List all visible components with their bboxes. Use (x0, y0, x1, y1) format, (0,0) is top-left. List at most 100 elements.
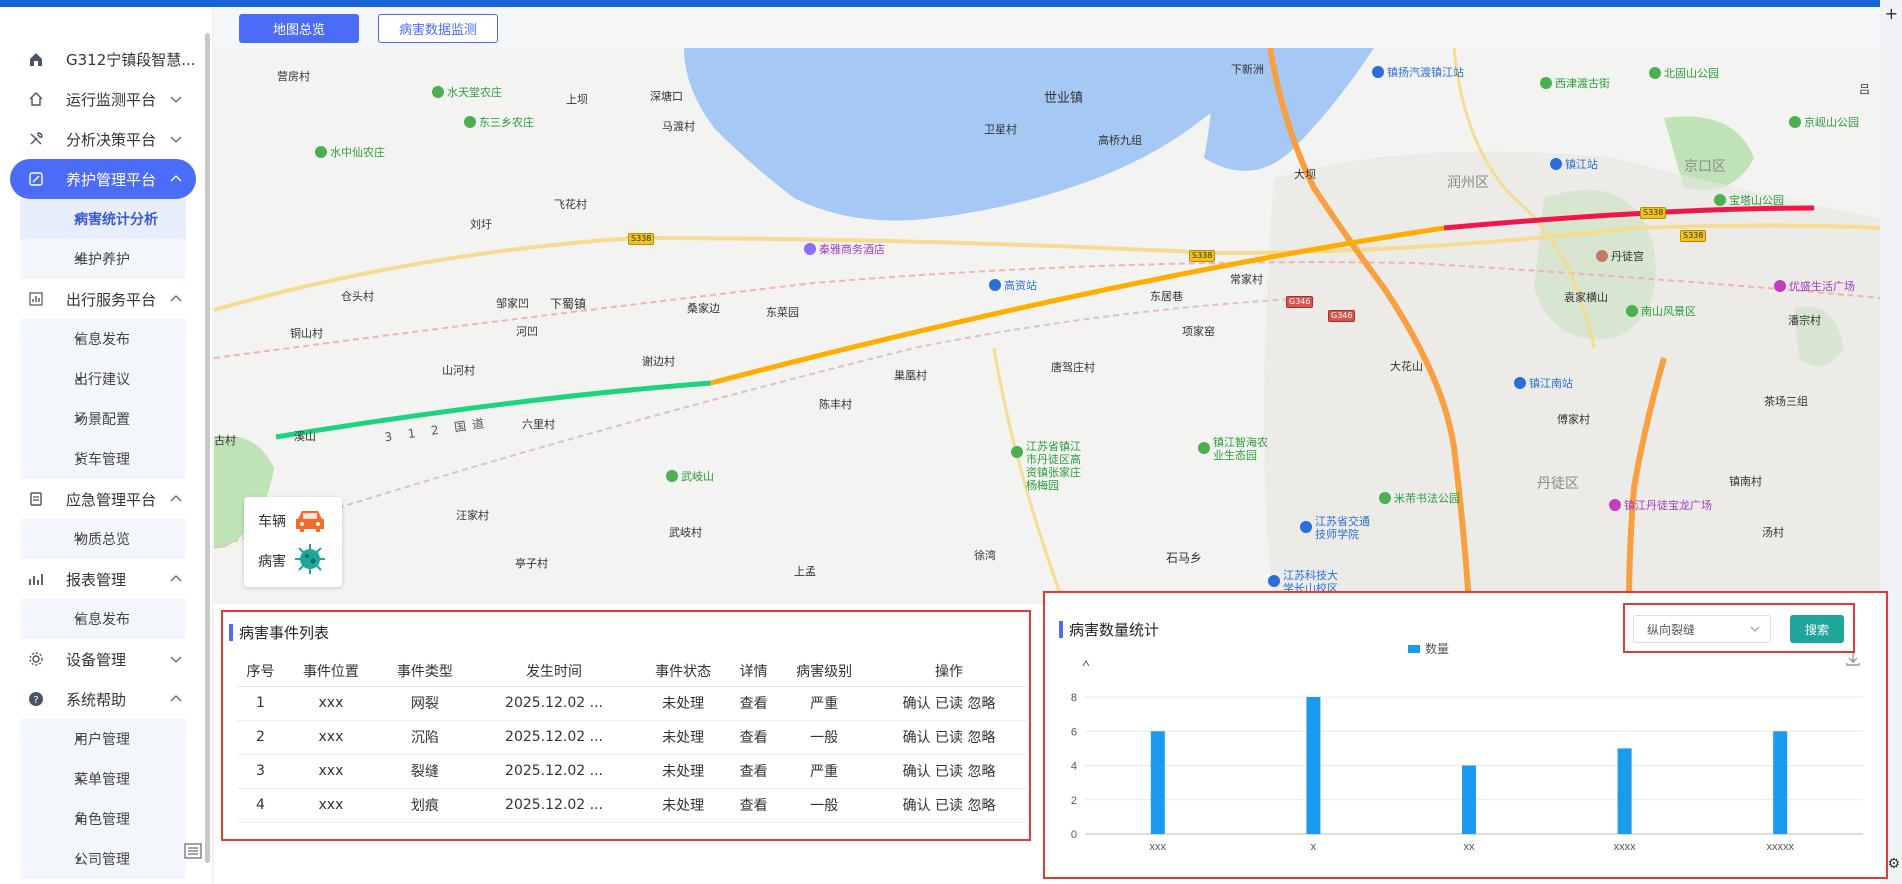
sidebar-item-label: 系统帮助 (66, 690, 127, 709)
cell-time: 2025.12.02 ... (471, 788, 637, 823)
sidebar-subitem[interactable]: 出行建议 (20, 359, 186, 399)
sidebar-subitem[interactable]: 物质总览 (20, 519, 186, 559)
sidebar-subitem[interactable]: 角色管理 (20, 799, 186, 839)
sidebar-subitem[interactable]: 用户管理 (20, 719, 186, 759)
map-label: 巢凰村 (894, 369, 927, 382)
sidebar-item[interactable]: 分析决策平台 (0, 119, 204, 159)
chevron-down-icon (170, 136, 182, 143)
map-label: 石马乡 (1166, 551, 1203, 565)
virus-icon[interactable] (294, 543, 326, 575)
row-actions[interactable]: 确认 已读 忽略 (871, 720, 1027, 755)
view-detail-link[interactable]: 查看 (730, 686, 778, 721)
cell-status: 未处理 (636, 686, 731, 721)
sidebar-item[interactable]: 养护管理平台 (10, 159, 196, 199)
map-district-label: 润州区 (1447, 175, 1489, 191)
col-header: 发生时间 (471, 656, 637, 687)
sidebar-subitem[interactable]: 信息发布 (20, 599, 186, 639)
edit-icon (29, 172, 43, 186)
car-icon[interactable] (294, 507, 326, 533)
map-label: 刘圩 (470, 218, 492, 231)
map-label: 西津渡古街 (1540, 75, 1610, 91)
map-label: 山河村 (442, 364, 475, 377)
route-segment-good[interactable] (275, 380, 712, 440)
settings-icon[interactable]: ⚙ (1887, 856, 1900, 872)
sidebar-subitem-label: 公司管理 (74, 852, 130, 868)
legend-swatch (1408, 645, 1420, 653)
sidebar-subitem[interactable]: 菜单管理 (20, 759, 186, 799)
view-detail-link[interactable]: 查看 (730, 754, 778, 789)
row-actions[interactable]: 确认 已读 忽略 (871, 686, 1027, 721)
sidebar-subitem-label: 角色管理 (74, 812, 130, 828)
y-tick-label: 0 (1071, 829, 1077, 841)
sidebar-subitem[interactable]: 病害统计分析 (20, 199, 186, 239)
sidebar-item-label: 报表管理 (66, 570, 127, 589)
disease-count-chart: 数量02468xxx x xx xxxx xxxxx (1071, 641, 1863, 853)
map-label: 高桥九组 (1098, 134, 1142, 147)
row-actions[interactable]: 确认 已读 忽略 (871, 788, 1027, 823)
map-label: 下蜀镇 (550, 297, 587, 311)
sidebar-subitem[interactable]: 场景配置 (20, 399, 186, 439)
sidebar-subitem[interactable]: 货车管理 (20, 439, 186, 479)
y-tick-label: 6 (1071, 726, 1077, 738)
sidebar-subitem[interactable]: 公司管理 (20, 839, 186, 879)
top-bar (0, 0, 1880, 7)
map-label: 京岘山公园 (1789, 114, 1859, 130)
map-label: 下新洲 (1231, 63, 1264, 76)
chevron-up-icon (170, 575, 182, 582)
sidebar-item-label: 分析决策平台 (66, 130, 157, 149)
sidebar-item[interactable]: 设备管理 (0, 639, 204, 679)
cell-location: xxx (283, 686, 378, 721)
sidebar-subitem-label: 病害统计分析 (74, 212, 158, 228)
col-header: 操作 (871, 656, 1027, 687)
map-label: 袁家横山 (1564, 291, 1608, 304)
chevron-up-icon (170, 695, 182, 702)
cell-type: 沉陷 (377, 720, 472, 755)
map-label: 上坝 (566, 93, 588, 106)
x-tick-label: xxxx (1614, 841, 1637, 853)
map-label: 溪山 (294, 430, 316, 443)
sidebar-item[interactable]: 报表管理 (0, 559, 204, 599)
tab-disease-monitor[interactable]: 病害数据监测 (378, 14, 498, 43)
cell-status: 未处理 (636, 788, 731, 823)
stats-panel: 病害数量统计 纵向裂缝 搜索 数量 0 2 4 6 8 xxx x xx xxxx xxxxx (1043, 591, 1888, 879)
sidebar-item[interactable]: 出行服务平台 (0, 279, 204, 319)
menu-collapse-icon[interactable] (184, 843, 202, 859)
plus-icon[interactable]: + (1885, 4, 1898, 23)
map-label: 江苏省交通技师学院 (1300, 515, 1372, 541)
col-header: 事件类型 (377, 656, 472, 687)
sidebar-item-label: 运行监测平台 (66, 90, 157, 109)
map-label: 亭子村 (515, 557, 548, 570)
map-label: 上孟 (794, 565, 816, 578)
map-label: 谢边村 (642, 355, 675, 368)
river-yangtze (684, 48, 1274, 221)
row-actions[interactable]: 确认 已读 忽略 (871, 754, 1027, 789)
river-north (1204, 48, 1374, 171)
sidebar-item[interactable]: 应急管理平台 (0, 479, 204, 519)
map-label: 潘宗村 (1788, 314, 1821, 327)
map-label: 武岐村 (669, 526, 702, 539)
sidebar-subitem-label: 物质总览 (74, 532, 130, 548)
chevron-up-icon (170, 295, 182, 302)
sidebar-item-label: 设备管理 (66, 650, 127, 669)
bar (1462, 765, 1476, 834)
col-header: 事件状态 (636, 656, 731, 687)
map-label: 宝塔山公园 (1714, 192, 1784, 208)
road-shield: G346 (1328, 310, 1356, 322)
map-view[interactable]: 营房村 水天堂农庄 上坝 深塘口 世业镇 东三乡农庄 马渡村 卫星村 高桥九组 … (214, 48, 1880, 604)
tab-map-overview[interactable]: 地图总览 (239, 14, 359, 43)
sidebar-item[interactable]: ? 系统帮助 (0, 679, 204, 719)
sidebar-subitem-label: 场景配置 (74, 412, 130, 428)
map-label: 唐驾庄村 (1051, 361, 1095, 374)
cell-type: 裂缝 (377, 754, 472, 789)
event-list-panel: 病害事件列表 序号 事件位置 事件类型 发生时间 事件状态 详情 病害级别 操作… (221, 610, 1031, 841)
sidebar-subitem[interactable]: 信息发布 (20, 319, 186, 359)
bar (1773, 731, 1788, 834)
sidebar-item[interactable]: G312宁镇段智慧... (0, 39, 204, 79)
cell-no: 4 (237, 788, 284, 823)
sidebar-subitem[interactable]: 维护养护 (20, 239, 186, 279)
view-detail-link[interactable]: 查看 (730, 720, 778, 755)
sidebar-item[interactable]: 运行监测平台 (0, 79, 204, 119)
view-detail-link[interactable]: 查看 (730, 788, 778, 823)
map-label: 河凹 (516, 325, 538, 338)
sidebar-scrollbar[interactable] (205, 33, 210, 863)
